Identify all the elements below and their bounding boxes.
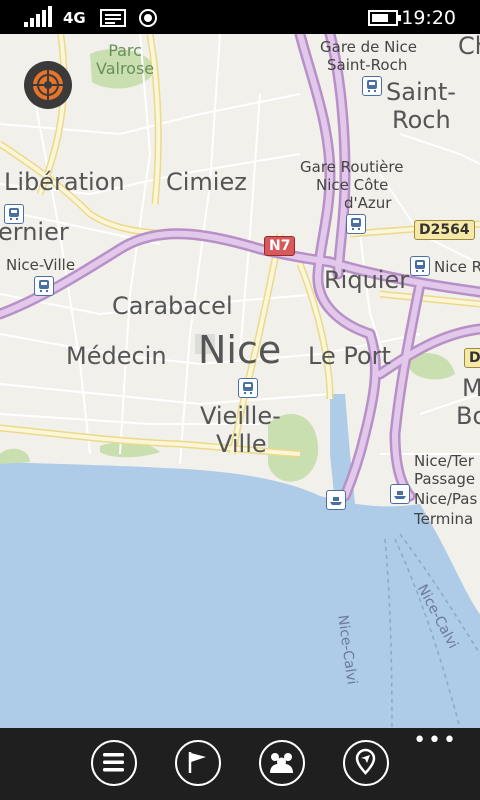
poi-label-nice-ville: Nice-Ville [6,256,76,274]
district-label-saint-roch-1: Saint- [386,78,456,106]
train-station-icon-liberation[interactable] [4,204,24,224]
district-label-m: M [462,374,480,402]
more-options-button[interactable]: ••• [413,730,458,752]
poi-label-nice-ter-2: Passage [414,470,476,488]
clock: 19:20 [401,7,456,29]
ferry-terminal-icon-port[interactable] [326,490,346,510]
district-label-riquier: Riquier [324,266,410,294]
park-label: Parc Valrose [96,41,155,78]
district-label-cimiez: Cimiez [166,168,247,196]
places-button[interactable] [343,740,389,786]
train-station-icon-nice-ri[interactable] [410,256,430,276]
district-label-vieille-2: Ville [216,430,267,458]
poi-label-gare-de-nice-1: Gare de Nice [320,38,418,56]
menu-button[interactable] [91,740,137,786]
train-station-icon-saint-roch[interactable] [362,76,382,96]
bus-stop-icon-vieille-ville[interactable] [238,378,258,398]
poi-label-nice-ter-4: Termina [414,510,474,528]
hamburger-icon [103,753,124,772]
battery-icon [368,10,401,26]
network-type: 4G [63,9,86,27]
road-shield-d: D [464,348,480,368]
poi-label-gare-routiere-1: Gare Routière [300,158,404,176]
flag-icon [188,752,206,773]
people-icon [270,753,293,773]
crosshair-icon [30,67,66,103]
sync-icon [139,9,157,27]
ferry-terminal-icon-nice-ter[interactable] [390,484,410,504]
message-icon [100,9,126,27]
map-pin-icon [355,748,376,775]
people-button[interactable] [259,740,305,786]
road-shield-n7: N7 [264,236,296,256]
district-label-ch: Ch [458,34,480,60]
road-shield-d2564: D2564 [414,220,475,240]
district-label-le-port: Le Port [308,342,391,370]
poi-label-gare-routiere-3: d'Azur [344,194,392,212]
district-label-medecin: Médecin [66,342,167,370]
city-label-nice: Nice [198,328,282,372]
district-label-carabacel: Carabacel [112,292,233,320]
signal-bars-icon [24,6,52,27]
poi-label-nice-ter-3: Nice/Pas [414,490,478,508]
bus-station-icon-gare-routiere[interactable] [346,214,366,234]
district-label-saint-roch-2: Roch [392,106,451,134]
locate-me-button[interactable] [24,61,72,109]
poi-label-nice-ri: Nice Ri [434,258,480,276]
route-button[interactable] [175,740,221,786]
district-label-vieille-1: Vieille- [200,402,281,430]
map-view[interactable]: Parc Valrose Libération Cimiez ernier Sa… [0,34,480,728]
poi-label-gare-routiere-2: Nice Côte [316,176,389,194]
poi-label-gare-de-nice-2: Saint-Roch [327,56,408,74]
train-station-icon-nice-ville[interactable] [34,276,54,296]
district-label-bo: Bo [456,402,480,430]
status-bar: 4G 19:20 [0,0,480,34]
district-label-liberation: Libération [4,168,125,196]
app-bar: ••• [0,728,480,800]
poi-label-nice-ter-1: Nice/Ter [414,452,474,470]
